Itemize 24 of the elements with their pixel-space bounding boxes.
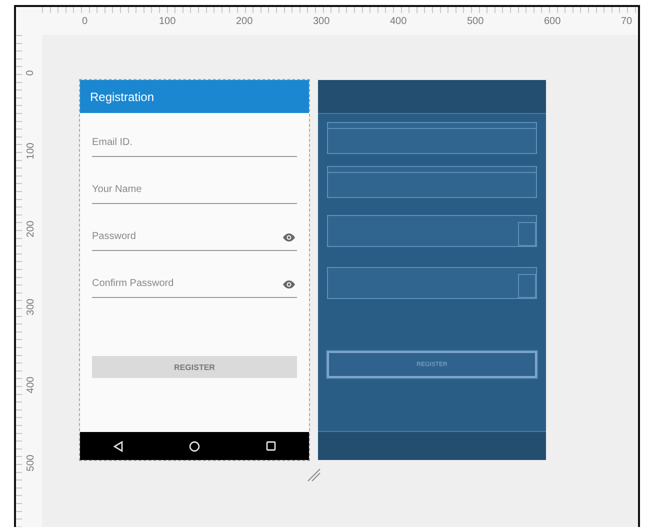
eye-icon[interactable] [283, 280, 295, 289]
overview-icon[interactable] [266, 441, 276, 451]
text-field[interactable]: Your Name [92, 176, 297, 204]
ruler-label: 200 [236, 16, 254, 27]
home-icon[interactable] [189, 440, 200, 452]
ruler-label: 400 [25, 376, 37, 394]
ruler-label: 300 [313, 16, 331, 27]
ruler-label: 200 [25, 220, 37, 238]
app-bar: Registration [80, 80, 309, 113]
ruler-label: 100 [25, 142, 37, 160]
resize-handle-icon[interactable] [307, 468, 321, 482]
ruler-label: 0 [25, 70, 37, 76]
ruler-label: 70 [621, 16, 634, 27]
ruler-label: 400 [390, 16, 408, 27]
ruler-label: 0 [82, 16, 89, 27]
ruler-label: 100 [159, 16, 177, 27]
text-field[interactable]: Email ID. [92, 129, 297, 157]
eye-icon[interactable] [283, 233, 295, 242]
back-icon[interactable] [113, 440, 123, 452]
ruler-label: 500 [467, 16, 485, 27]
ruler-label: 600 [544, 16, 562, 27]
ruler-label: 500 [25, 454, 37, 472]
register-button[interactable]: REGISTER [92, 356, 297, 378]
ruler-label: 300 [25, 298, 37, 316]
